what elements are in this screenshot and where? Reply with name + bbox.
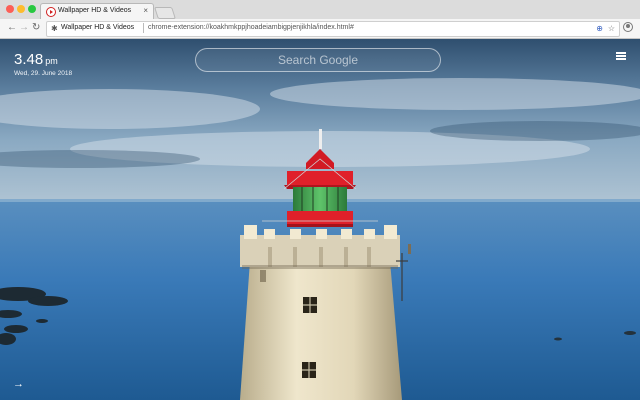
tab-close-icon[interactable]: × [143,6,148,16]
profile-avatar-icon[interactable] [623,22,633,32]
address-divider [143,23,144,33]
clock-widget: 3.48 pm Wed, 29. June 2018 [14,51,72,77]
clock-time: 3.48 [14,51,44,68]
back-arrow-icon[interactable]: ← [7,22,17,34]
browser-tab[interactable]: Wallpaper HD & Videos × [40,3,154,20]
window-minimize-button[interactable] [17,5,25,13]
bookmark-star-icon[interactable]: ☆ [608,23,615,34]
address-url[interactable]: chrome-extension://koakhmkppjhoadeiambig… [148,24,354,31]
lens-extension-icon[interactable]: ⊕ [596,23,603,34]
lighthouse-wallpaper [0,39,640,400]
menu-line [616,52,626,54]
search-input[interactable] [196,49,440,71]
address-bar[interactable]: ✱ Wallpaper HD & Videos chrome-extension… [46,21,620,37]
hamburger-menu-icon[interactable] [616,52,626,60]
window-titlebar: Wallpaper HD & Videos × [0,0,640,20]
new-tab-page: 3.48pm Wed, 29. June 2018 → [0,39,640,400]
reload-icon[interactable]: ↻ [32,22,40,34]
menu-line [616,58,626,60]
clock-period: pm [45,56,58,66]
tab-title: Wallpaper HD & Videos [58,7,132,14]
address-site-name: Wallpaper HD & Videos [61,24,135,31]
google-search-box[interactable] [195,48,441,72]
window-close-button[interactable] [6,5,14,13]
menu-line [616,55,626,57]
extension-puzzle-icon: ✱ [51,24,58,33]
new-tab-button[interactable] [154,7,176,19]
forward-arrow-icon[interactable]: → [19,22,29,34]
browser-toolbar: ← → ↻ ✱ Wallpaper HD & Videos chrome-ext… [0,19,640,39]
next-wallpaper-arrow-icon[interactable]: → [13,378,24,390]
youtube-favicon-icon [46,7,56,17]
window-maximize-button[interactable] [28,5,36,13]
clock-date: Wed, 29. June 2018 [14,70,73,77]
